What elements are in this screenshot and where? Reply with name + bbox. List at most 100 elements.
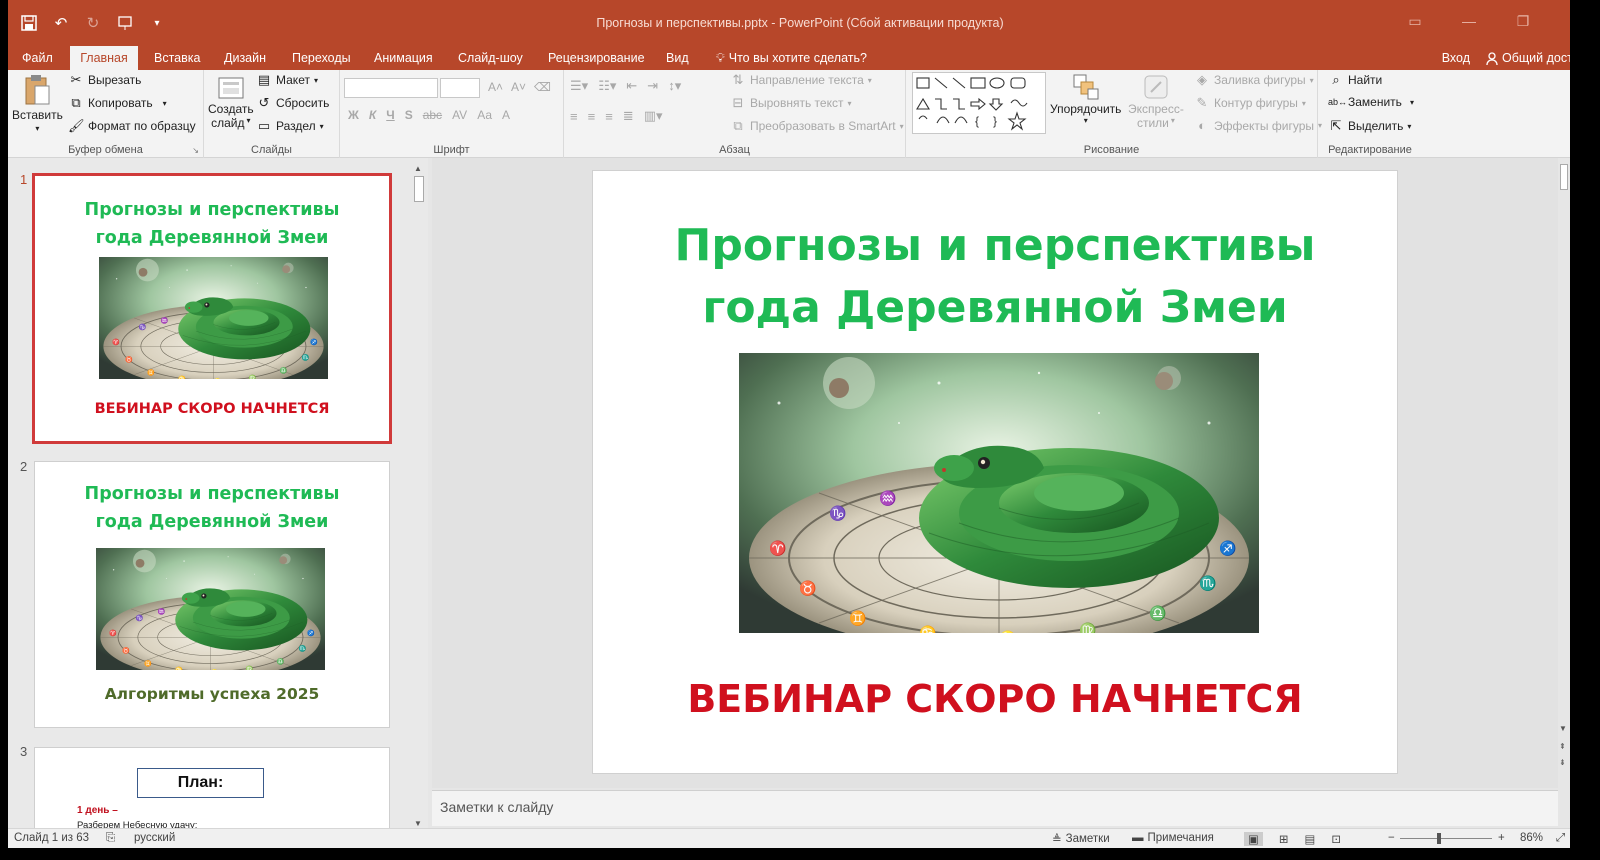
slide-footer-text[interactable]: ВЕБИНАР СКОРО НАЧНЕТСЯ — [593, 677, 1397, 721]
reading-view-icon[interactable]: ▤ — [1305, 832, 1316, 846]
tab-home[interactable]: Главная — [70, 46, 138, 70]
smartart-button[interactable]: ⧉ Преобразовать в SmartArt ▾ — [730, 118, 904, 134]
align-right-icon[interactable]: ≡ — [605, 109, 613, 124]
shadow-button[interactable]: S — [405, 108, 413, 122]
copy-button[interactable]: ⧉ Копировать ▾ — [68, 95, 166, 111]
tab-design[interactable]: Дизайн — [214, 46, 276, 70]
tab-view[interactable]: Вид — [656, 46, 699, 70]
numbering-icon[interactable]: ☷▾ — [598, 78, 616, 94]
bullets-icon[interactable]: ☰▾ — [570, 78, 588, 94]
shape-fill-button[interactable]: ◈ Заливка фигуры ▾ — [1194, 72, 1314, 88]
zoom-level[interactable]: 86% — [1520, 832, 1543, 844]
font-size-field[interactable] — [440, 78, 480, 98]
section-button[interactable]: ▭ Раздел ▾ — [256, 118, 324, 134]
font-color-button[interactable]: А — [502, 108, 510, 122]
slide-editor-scrollbar[interactable]: ▼ ⇞ ⇟ — [1558, 158, 1570, 788]
select-button[interactable]: ⇱ Выделить ▾ — [1328, 118, 1412, 134]
paste-button[interactable]: Вставить ▾ — [12, 74, 63, 133]
align-text-button[interactable]: ⊟ Выровнять текст ▾ — [730, 95, 852, 111]
minimize-icon[interactable]: — — [1456, 8, 1482, 34]
shape-effects-button[interactable]: ◐ Эффекты фигуры ▾ — [1194, 118, 1322, 133]
snake-zodiac-image[interactable]: ♈♉♊ ♋♌♍ ♎♏♐ ♑♒♓ — [739, 353, 1259, 633]
shapes-gallery[interactable]: { } — [912, 72, 1046, 134]
clear-formatting-icon[interactable]: ⌫ — [534, 80, 551, 94]
cut-button[interactable]: ✂ Вырезать — [68, 72, 142, 88]
strikethrough-button[interactable]: abc — [423, 108, 442, 122]
restore-icon[interactable]: ❐ — [1510, 8, 1536, 34]
slides-group: Создать слайд ▾ ▤ Макет ▾ ↺ Сбросить ▭ Ра… — [204, 70, 340, 158]
line-spacing-icon[interactable]: ↕▾ — [668, 78, 681, 94]
current-slide[interactable]: Прогнозы и перспективы года Деревянной З… — [592, 170, 1398, 774]
comments-toggle-button[interactable]: ▬ Примечания — [1132, 832, 1214, 844]
change-case-button[interactable]: Аа — [477, 108, 492, 122]
tab-slideshow[interactable]: Слайд-шоу — [448, 46, 533, 70]
quick-styles-button[interactable]: Экспресс- стили ▾ — [1128, 72, 1184, 130]
tab-file[interactable]: Файл — [12, 46, 63, 70]
notes-pane[interactable]: Заметки к слайду — [432, 790, 1558, 826]
slide-thumbnail-3[interactable]: План: 1 день – Разберем Небесную удачу: — [34, 747, 390, 830]
zoom-out-icon[interactable]: − — [1388, 832, 1395, 844]
ribbon-display-icon[interactable]: ▭ — [1402, 8, 1428, 34]
zoom-slider[interactable] — [1400, 838, 1492, 839]
italic-button[interactable]: К — [369, 108, 376, 122]
arrange-button[interactable]: Упорядочить ▾ — [1050, 72, 1121, 125]
normal-view-icon[interactable]: ▣ — [1244, 832, 1263, 846]
next-slide-icon[interactable]: ⇟ — [1559, 758, 1566, 767]
notes-placeholder: Заметки к слайду — [440, 799, 554, 815]
layout-label: Макет — [276, 73, 310, 87]
increase-indent-icon[interactable]: ⇥ — [647, 78, 658, 94]
scroll-up-icon[interactable]: ▲ — [414, 164, 422, 173]
reset-icon: ↺ — [258, 95, 270, 110]
slide-title[interactable]: Прогнозы и перспективы года Деревянной З… — [593, 215, 1397, 339]
slide-thumbnail-1[interactable]: Прогнозы и перспективы года Деревянной З… — [32, 173, 392, 444]
bold-button[interactable]: Ж — [348, 108, 359, 122]
zoom-slider-thumb[interactable] — [1437, 833, 1441, 844]
slide-title-line2: года Деревянной Змеи — [702, 282, 1288, 333]
tab-insert[interactable]: Вставка — [144, 46, 210, 70]
underline-button[interactable]: Ч — [386, 108, 394, 122]
slide-sorter-view-icon[interactable]: ⊞ — [1279, 832, 1289, 846]
slides-group-label: Слайды — [251, 144, 292, 156]
tell-me-search[interactable]: 💡︎ Что вы хотите сделать? — [706, 46, 877, 70]
scroll-thumb[interactable] — [414, 176, 424, 202]
format-painter-button[interactable]: 🖌︎ Формат по образцу — [68, 118, 196, 134]
smartart-dropdown-icon: ▾ — [899, 121, 904, 131]
notes-toggle-button[interactable]: ≜ Заметки — [1052, 832, 1110, 846]
dialog-launcher-icon[interactable]: ↘ — [192, 146, 199, 155]
char-spacing-button[interactable]: AV — [452, 108, 467, 122]
clipboard-group: Вставить ▾ ✂ Вырезать ⧉ Копировать ▾ 🖌︎ … — [8, 70, 204, 158]
tab-transitions[interactable]: Переходы — [282, 46, 361, 70]
editor-scroll-thumb[interactable] — [1560, 164, 1568, 190]
previous-slide-icon[interactable]: ⇞ — [1559, 742, 1566, 751]
zoom-in-icon[interactable]: + — [1498, 832, 1505, 844]
layout-button[interactable]: ▤ Макет ▾ — [256, 72, 318, 88]
thumbnails-scrollbar[interactable]: ▲ ▼ — [412, 164, 426, 830]
language-indicator[interactable]: русский — [134, 832, 175, 844]
slideshow-view-icon[interactable]: ⊡ — [1331, 832, 1341, 846]
scroll-down-icon[interactable]: ▼ — [414, 819, 422, 828]
justify-icon[interactable]: ≣ — [623, 108, 634, 124]
tab-review[interactable]: Рецензирование — [538, 46, 655, 70]
text-direction-button[interactable]: ⇅ Направление текста ▾ — [730, 72, 872, 88]
replace-button[interactable]: ab↔ Заменить ▾ — [1328, 95, 1414, 109]
comments-toggle-label: Примечания — [1147, 832, 1214, 844]
spellcheck-icon[interactable]: ⎘ — [106, 832, 115, 845]
person-icon — [1486, 51, 1498, 65]
shrink-font-icon[interactable]: A˅ — [511, 80, 526, 94]
scroll-down-icon[interactable]: ▼ — [1559, 724, 1567, 733]
find-button[interactable]: ⌕ Найти — [1328, 72, 1382, 88]
align-left-icon[interactable]: ≡ — [570, 109, 578, 124]
grow-font-icon[interactable]: A˄ — [488, 80, 503, 94]
font-name-field[interactable] — [344, 78, 438, 98]
align-center-icon[interactable]: ≡ — [588, 109, 596, 124]
shape-outline-button[interactable]: ✎ Контур фигуры ▾ — [1194, 95, 1306, 111]
slide-thumbnail-2[interactable]: Прогнозы и перспективы года Деревянной З… — [34, 461, 390, 728]
tab-animations[interactable]: Анимация — [364, 46, 443, 70]
decrease-indent-icon[interactable]: ⇤ — [626, 78, 637, 94]
reset-button[interactable]: ↺ Сбросить — [256, 95, 330, 111]
new-slide-button[interactable]: Создать слайд ▾ — [208, 74, 254, 130]
columns-icon[interactable]: ▥▾ — [644, 108, 663, 124]
signin-link[interactable]: Вход — [1442, 51, 1470, 65]
quick-styles-icon — [1141, 72, 1171, 102]
fit-to-window-icon[interactable]: ⤢ — [1556, 832, 1565, 845]
